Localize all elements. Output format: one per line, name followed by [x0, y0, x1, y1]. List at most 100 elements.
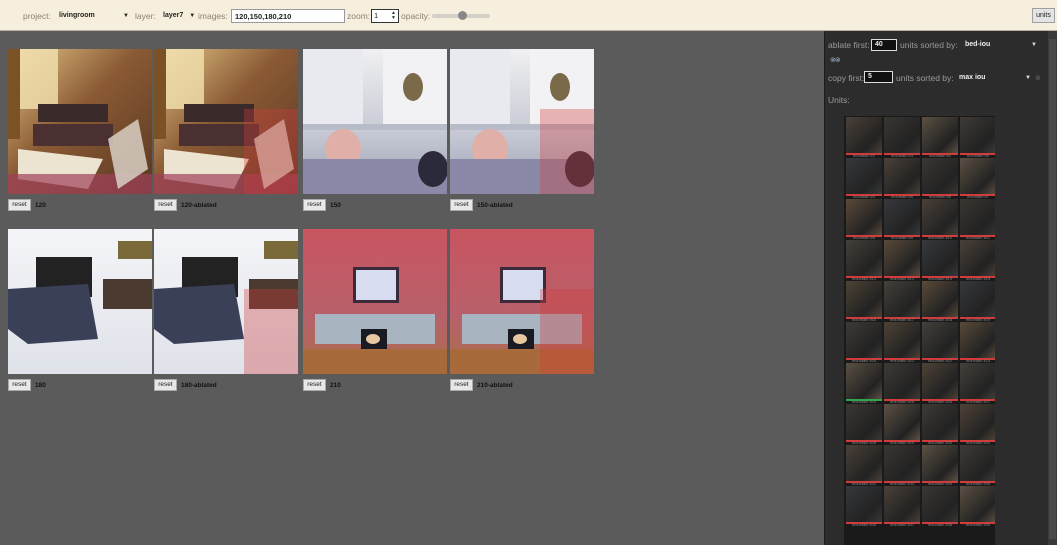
- unit-thumbnail[interactable]: mountain #17: [884, 281, 920, 322]
- unit-thumbnail[interactable]: mountain #15: [960, 240, 995, 281]
- reset-button[interactable]: reset: [154, 379, 177, 391]
- unit-thumbnail[interactable]: mountain #22: [922, 322, 958, 363]
- chevron-down-icon[interactable]: ▼: [1025, 75, 1031, 81]
- ablate-sort-select[interactable]: bed-iou: [965, 41, 990, 48]
- unit-thumbnail[interactable]: mountain #8: [846, 199, 882, 240]
- reset-button[interactable]: reset: [8, 379, 31, 391]
- unit-thumbnail[interactable]: mountain #28: [846, 404, 882, 445]
- link-icon[interactable]: ⊗⊗: [830, 56, 841, 64]
- unit-thumbnail[interactable]: mountain #3: [884, 117, 920, 158]
- copy-count-input[interactable]: 5: [864, 71, 893, 83]
- layer-select[interactable]: layer7 ▼: [163, 0, 195, 31]
- unit-thumbnail[interactable]: mountain #27: [960, 363, 995, 404]
- unit-image: [960, 486, 995, 522]
- ablate-sort-label: units sorted by:: [900, 40, 958, 50]
- image-canvas-120[interactable]: [8, 49, 152, 194]
- units-grid: mountain #2 mountain #3 mountain #2 mountai…: [844, 116, 995, 545]
- project-select[interactable]: livingroom ▼: [59, 0, 129, 31]
- image-canvas-210-ablated[interactable]: [450, 229, 594, 374]
- scene-image: [8, 49, 152, 194]
- panel-scrollbar[interactable]: [1048, 31, 1057, 545]
- reset-button[interactable]: reset: [303, 199, 326, 211]
- reset-button[interactable]: reset: [450, 199, 473, 211]
- unit-image: [884, 486, 920, 522]
- images-input[interactable]: 120,150,180,210: [231, 9, 345, 23]
- unit-image: [960, 322, 995, 358]
- link-icon[interactable]: ⊗: [1035, 74, 1041, 82]
- image-canvas-120-ablated[interactable]: [154, 49, 298, 194]
- ablate-count-input[interactable]: 40: [871, 39, 897, 51]
- spinner-icon[interactable]: ▲ ▼: [391, 11, 396, 21]
- unit-image: [884, 117, 920, 153]
- unit-thumbnail[interactable]: mountain #34: [922, 445, 958, 486]
- chevron-down-icon: ▼: [123, 12, 129, 19]
- units-button[interactable]: units: [1032, 8, 1055, 23]
- unit-thumbnail[interactable]: mountain #16: [846, 281, 882, 322]
- unit-thumbnail[interactable]: mountain #35: [960, 445, 995, 486]
- image-canvas-180-ablated[interactable]: [154, 229, 298, 374]
- unit-thumbnail[interactable]: mountain #37: [884, 486, 920, 527]
- unit-thumbnail[interactable]: mountain #5: [960, 117, 995, 158]
- unit-thumbnail[interactable]: mountain #9: [884, 199, 920, 240]
- unit-image: [884, 363, 920, 399]
- chevron-down-icon[interactable]: ▼: [1031, 42, 1037, 48]
- scene-image: [154, 229, 298, 374]
- image-canvas-150-ablated[interactable]: [450, 49, 594, 194]
- unit-thumbnail[interactable]: mountain #26: [922, 363, 958, 404]
- unit-thumbnail[interactable]: mountain #2: [922, 117, 958, 158]
- unit-thumbnail[interactable]: mountain #29: [884, 404, 920, 445]
- unit-image: [846, 445, 882, 481]
- unit-thumbnail[interactable]: mountain #11: [960, 199, 995, 240]
- unit-thumbnail[interactable]: mountain #23: [960, 322, 995, 363]
- unit-thumbnail[interactable]: mountain #14: [922, 240, 958, 281]
- layer-label: layer:: [135, 10, 156, 21]
- unit-thumbnail[interactable]: mountain #39: [960, 486, 995, 527]
- unit-thumbnail[interactable]: mountain #4: [846, 158, 882, 199]
- unit-thumbnail[interactable]: mountain #2: [846, 117, 882, 158]
- layer-value: layer7: [163, 12, 184, 19]
- zoom-input[interactable]: 1 ▲ ▼: [371, 9, 399, 23]
- unit-thumbnail[interactable]: mountain #32: [846, 445, 882, 486]
- reset-button[interactable]: reset: [303, 379, 326, 391]
- scene-image: [303, 49, 447, 194]
- unit-image: [846, 117, 882, 153]
- image-label: 180: [35, 382, 46, 389]
- unit-thumbnail[interactable]: mountain #36: [846, 486, 882, 527]
- copy-sort-label: units sorted by:: [896, 73, 954, 83]
- unit-thumbnail[interactable]: mountain #12: [846, 240, 882, 281]
- image-canvas-180[interactable]: [8, 229, 152, 374]
- zoom-control: zoom:: [347, 0, 370, 31]
- unit-thumbnail[interactable]: mountain #25: [884, 363, 920, 404]
- image-label: 150: [330, 202, 341, 209]
- project-label: project:: [23, 10, 51, 21]
- opacity-slider-thumb[interactable]: [458, 11, 467, 20]
- layer-control: layer:: [135, 0, 156, 31]
- unit-image: [960, 240, 995, 276]
- unit-image: [922, 404, 958, 440]
- unit-thumbnail[interactable]: mountain #31: [960, 404, 995, 445]
- unit-thumbnail[interactable]: mountain #30: [922, 404, 958, 445]
- unit-thumbnail[interactable]: mountain #10: [922, 199, 958, 240]
- image-canvas-150[interactable]: [303, 49, 447, 194]
- unit-image: [960, 363, 995, 399]
- unit-thumbnail[interactable]: mountain #6: [922, 158, 958, 199]
- reset-button[interactable]: reset: [8, 199, 31, 211]
- reset-button[interactable]: reset: [154, 199, 177, 211]
- unit-thumbnail[interactable]: mountain #5: [884, 158, 920, 199]
- unit-thumbnail[interactable]: mountain #7: [960, 158, 995, 199]
- unit-thumbnail[interactable]: mountain #33: [884, 445, 920, 486]
- unit-thumbnail[interactable]: mountain #24: [846, 363, 882, 404]
- reset-button[interactable]: reset: [450, 379, 473, 391]
- copy-sort-select[interactable]: max iou: [959, 74, 985, 81]
- image-canvas-210[interactable]: [303, 229, 447, 374]
- unit-image: [846, 158, 882, 194]
- unit-thumbnail[interactable]: mountain #21: [884, 322, 920, 363]
- unit-thumbnail[interactable]: mountain #18: [922, 281, 958, 322]
- unit-image: [884, 322, 920, 358]
- unit-thumbnail[interactable]: mountain #38: [922, 486, 958, 527]
- unit-thumbnail[interactable]: mountain #19: [960, 281, 995, 322]
- scrollbar-thumb[interactable]: [1049, 39, 1056, 539]
- unit-thumbnail[interactable]: mountain #13: [884, 240, 920, 281]
- unit-thumbnail[interactable]: mountain #20: [846, 322, 882, 363]
- image-label: 120: [35, 202, 46, 209]
